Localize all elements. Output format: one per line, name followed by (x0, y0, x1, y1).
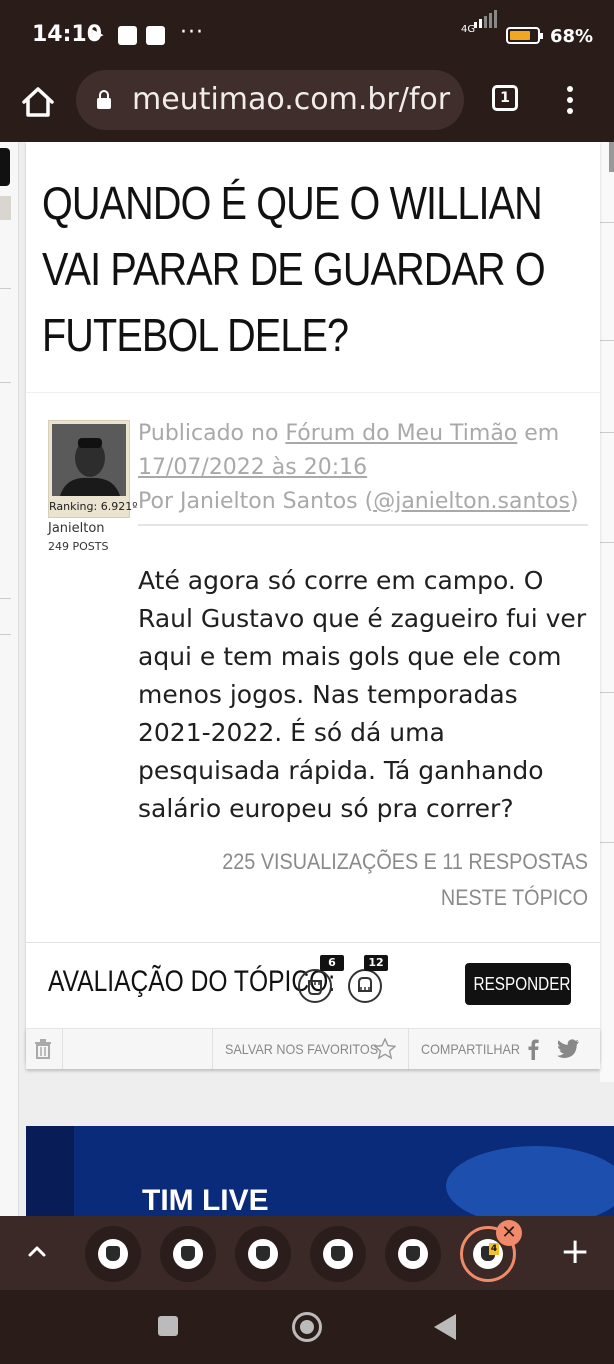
left-sidebar-edge (0, 142, 19, 1216)
twitter-icon[interactable] (556, 1039, 580, 1059)
save-favorites-link[interactable]: SALVAR NOS FAVORITOS (225, 1041, 378, 1057)
thumbs-up-fist-icon[interactable] (298, 969, 332, 1003)
divider (26, 392, 600, 393)
tab-badge: 4 (489, 1243, 499, 1255)
address-bar[interactable]: meutimao.com.br/for (76, 70, 464, 130)
play-notification-icon: ▶ (92, 25, 104, 43)
right-sidebar-edge (600, 142, 614, 1082)
author-handle-link[interactable]: @janielton.santos (373, 489, 570, 514)
reply-button[interactable]: RESPONDER (465, 963, 571, 1005)
star-icon[interactable] (374, 1038, 396, 1060)
ad-text: TIM LIVE (142, 1184, 269, 1216)
tab-strip: 4 ✕ + (0, 1216, 614, 1290)
system-nav-bar (0, 1290, 614, 1364)
lock-icon (97, 90, 111, 109)
browser-toolbar: meutimao.com.br/for 1 (0, 70, 614, 142)
by-prefix: Por Janielton Santos ( (138, 489, 374, 514)
topic-meta: Publicado no Fórum do Meu Timão em 17/07… (138, 417, 590, 519)
forum-link[interactable]: Fórum do Meu Timão (285, 421, 517, 446)
browser-menu-icon[interactable] (562, 84, 578, 116)
topic-title: QUANDO É QUE O WILLIAN VAI PARAR DE GUAR… (42, 177, 546, 361)
chevron-up-icon[interactable] (26, 1240, 48, 1262)
facebook-icon[interactable] (526, 1038, 540, 1060)
notification-icon (118, 26, 137, 45)
more-notifications-icon: ··· (180, 20, 204, 45)
rating-label: AVALIAÇÃO DO TÓPICO: (48, 965, 336, 998)
tab-thumbnail[interactable] (385, 1226, 441, 1282)
topic-card: QUANDO É QUE O WILLIAN VAI PARAR DE GUAR… (26, 142, 600, 1062)
tab-thumbnail[interactable] (235, 1226, 291, 1282)
network-type: 4G (461, 24, 476, 35)
close-tab-icon[interactable]: ✕ (496, 1220, 522, 1246)
new-tab-icon[interactable]: + (560, 1232, 590, 1272)
topic-actions: SALVAR NOS FAVORITOS COMPARTILHAR (26, 1028, 600, 1069)
reply-button-label: RESPONDER (473, 974, 571, 994)
by-suffix: ) (569, 489, 579, 514)
battery-icon (506, 27, 543, 44)
thumbs-down-fist-icon[interactable] (348, 969, 382, 1003)
status-bar: 14:10 ▶ ··· 4G 68% (0, 0, 614, 70)
page-scrollbar[interactable] (609, 142, 614, 172)
topic-stats: 225 VISUALIZAÇÕES E 11 RESPOSTAS NESTE T… (222, 849, 588, 910)
published-prefix: Publicado no (138, 421, 286, 446)
date-link[interactable]: 17/07/2022 às 20:16 (138, 455, 367, 480)
home-nav-icon[interactable] (292, 1312, 322, 1342)
author-post-count: 249 POSTS (48, 540, 109, 553)
notification-icon (146, 26, 165, 45)
in-word: em (517, 421, 560, 446)
recents-icon[interactable] (158, 1316, 178, 1336)
url-text[interactable]: meutimao.com.br/for (132, 82, 450, 117)
web-page: QUANDO É QUE O WILLIAN VAI PARAR DE GUAR… (0, 142, 614, 1216)
down-vote-count: 12 (364, 955, 388, 971)
advertisement-banner[interactable]: TIM LIVE (26, 1126, 614, 1216)
back-icon[interactable] (434, 1314, 456, 1340)
share-label: COMPARTILHAR (421, 1041, 520, 1057)
author-avatar[interactable]: Ranking: 6.921º (48, 420, 138, 518)
tab-thumbnail[interactable] (160, 1226, 216, 1282)
rating-bar: AVALIAÇÃO DO TÓPICO: 6 12 RESPONDER (26, 942, 600, 1029)
avatar-photo (52, 424, 126, 496)
battery-percent: 68% (550, 26, 594, 47)
trash-icon[interactable] (34, 1039, 52, 1059)
tab-switcher-button[interactable]: 1 (492, 85, 518, 111)
tab-thumbnail[interactable] (85, 1226, 141, 1282)
divider (138, 524, 588, 526)
author-name[interactable]: Janielton (48, 521, 105, 536)
author-ranking: Ranking: 6.921º (49, 500, 138, 513)
topic-body: Até agora só corre em campo. O Raul Gust… (138, 566, 587, 823)
tab-thumbnail[interactable] (310, 1226, 366, 1282)
up-vote-count: 6 (320, 955, 344, 971)
home-icon[interactable] (18, 82, 58, 122)
